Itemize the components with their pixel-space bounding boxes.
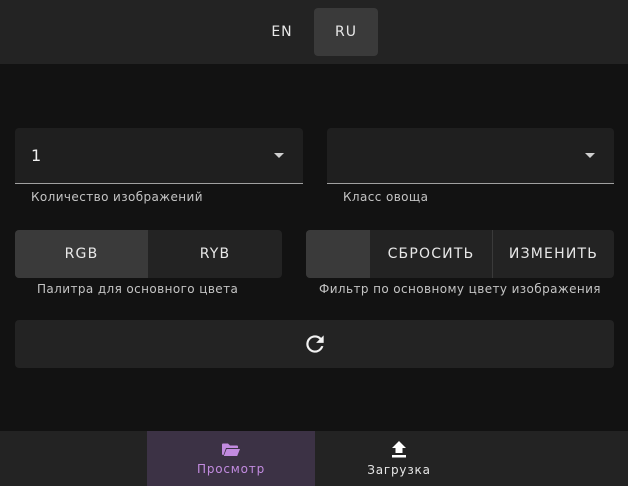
color-filter-label: Фильтр по основному цвету изображения [319, 282, 601, 296]
chevron-down-icon [274, 153, 284, 158]
palette-label: Палитра для основного цвета [37, 282, 239, 296]
color-swatch-button[interactable] [306, 230, 370, 278]
top-app-bar: EN RU [0, 0, 628, 64]
refresh-button[interactable] [15, 320, 614, 368]
refresh-icon [305, 335, 324, 353]
palette-ryb-button[interactable]: RYB [148, 230, 282, 278]
nav-upload-label: Загрузка [367, 462, 431, 477]
chevron-down-icon [585, 153, 595, 158]
upload-icon [392, 440, 406, 457]
bottom-navigation: Просмотр Загрузка [0, 431, 628, 486]
image-count-value: 1 [31, 146, 42, 165]
nav-browse[interactable]: Просмотр [147, 431, 315, 486]
vegetable-class-label: Класс овоща [343, 190, 429, 204]
palette-toggle-group: RGB RYB [15, 230, 282, 278]
language-ru-button[interactable]: RU [314, 8, 378, 56]
reset-color-button[interactable]: СБРОСИТЬ [370, 230, 492, 278]
nav-upload[interactable]: Загрузка [315, 431, 483, 486]
palette-rgb-button[interactable]: RGB [15, 230, 148, 278]
color-filter-group: СБРОСИТЬ ИЗМЕНИТЬ [306, 230, 614, 278]
image-count-label: Количество изображений [31, 190, 203, 204]
language-en-button[interactable]: EN [250, 8, 314, 56]
change-color-button[interactable]: ИЗМЕНИТЬ [492, 230, 614, 278]
image-count-select[interactable]: 1 [15, 128, 303, 184]
nav-browse-label: Просмотр [197, 461, 265, 476]
vegetable-class-select[interactable] [327, 128, 614, 184]
folder-open-icon [222, 443, 240, 456]
language-switcher: EN RU [250, 8, 378, 56]
